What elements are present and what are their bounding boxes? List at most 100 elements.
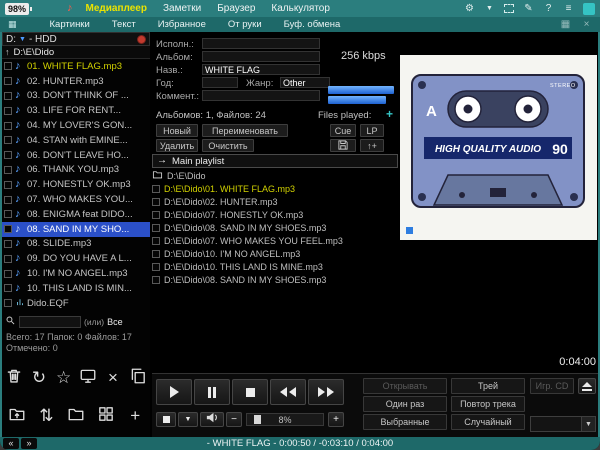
trash-button[interactable] (3, 364, 26, 390)
chevron-down-icon[interactable]: ▼ (484, 3, 495, 15)
file-checkbox[interactable] (4, 210, 12, 218)
playlist-row[interactable]: D:\E\Dido (152, 169, 398, 182)
help-icon[interactable]: ? (543, 3, 554, 15)
selection-icon[interactable] (504, 4, 514, 13)
lp-button[interactable]: LP (360, 124, 384, 137)
pause-button[interactable] (194, 379, 230, 405)
playlist-row[interactable]: D:\E\Dido\10. THIS LAND IS MINE.mp3 (152, 260, 398, 273)
delete-playlist-button[interactable]: Удалить (156, 139, 198, 152)
repeat-track-button[interactable]: Повтор трека (451, 396, 525, 412)
file-checkbox[interactable] (4, 77, 12, 85)
file-row[interactable]: ♪10. THIS LAND IS MIN... (2, 281, 150, 296)
star-button[interactable]: ☆ (52, 364, 75, 390)
file-checkbox[interactable] (4, 181, 12, 189)
file-checkbox[interactable] (4, 299, 12, 307)
file-checkbox[interactable] (4, 225, 12, 233)
monitor-button[interactable] (77, 364, 100, 390)
folder-up-button[interactable] (5, 403, 28, 429)
new-playlist-button[interactable]: Новый (156, 124, 198, 137)
artist-field[interactable] (202, 38, 320, 49)
year-field[interactable] (202, 77, 238, 88)
mute-button[interactable] (200, 412, 224, 427)
file-row[interactable]: ♪06. THANK YOU.mp3 (2, 163, 150, 178)
playlist-checkbox[interactable] (152, 263, 160, 271)
close-button[interactable]: × (101, 364, 124, 390)
file-checkbox[interactable] (4, 136, 12, 144)
file-checkbox[interactable] (4, 166, 12, 174)
eject-button[interactable] (578, 378, 596, 394)
file-row[interactable]: ♪08. ENIGMA feat DIDO... (2, 207, 150, 222)
rewind-button[interactable] (270, 379, 306, 405)
file-checkbox[interactable] (4, 196, 12, 204)
search-all-option[interactable]: Все (107, 317, 123, 327)
add-files-button[interactable]: ↑+ (360, 139, 384, 152)
open-mode-button[interactable]: Открывать (363, 378, 447, 394)
file-row[interactable]: ♪10. I'M NO ANGEL.mp3 (2, 266, 150, 281)
shuffle-button[interactable]: Случайный (451, 414, 525, 430)
file-row[interactable]: ♪03. LIFE FOR RENT... (2, 103, 150, 118)
playlist-row[interactable]: D:\E\Dido\08. SAND IN MY SHOES.mp3 (152, 221, 398, 234)
forward-button[interactable] (308, 379, 344, 405)
top-menu-item[interactable]: Калькулятор (264, 2, 337, 15)
drive-selector[interactable]: D: ▼ - HDD (2, 32, 150, 46)
playlist-checkbox[interactable] (152, 198, 160, 206)
playlist-header[interactable]: → Main playlist (152, 154, 398, 168)
gear-icon[interactable]: ⚙ (464, 3, 475, 15)
playlist-row[interactable]: D:\E\Dido\10. I'M NO ANGEL.mp3 (152, 247, 398, 260)
file-row[interactable]: ♪01. WHITE FLAG.mp3 (2, 59, 150, 74)
top-menu-item[interactable]: Заметки (156, 2, 208, 15)
volume-down-button[interactable]: − (226, 412, 242, 427)
file-checkbox[interactable] (4, 151, 12, 159)
playlist-checkbox[interactable] (152, 276, 160, 284)
file-row[interactable]: ♪06. DON'T LEAVE HO... (2, 148, 150, 163)
file-row[interactable]: ♪03. DON'T THINK OF ... (2, 89, 150, 104)
submenu-item[interactable]: Текст (103, 19, 145, 30)
accent-square-icon[interactable] (583, 3, 595, 15)
path-bar[interactable]: ↑ D:\E\Dido (2, 46, 150, 59)
copy-button[interactable] (126, 364, 149, 390)
file-checkbox[interactable] (4, 240, 12, 248)
cue-button[interactable]: Cue (330, 124, 356, 137)
tray-button[interactable]: Трей (451, 378, 525, 394)
file-checkbox[interactable] (4, 284, 12, 292)
drive-eject-icon[interactable] (137, 35, 146, 44)
file-checkbox[interactable] (4, 255, 12, 263)
list-icon[interactable]: ≡ (563, 3, 574, 15)
add-played-button[interactable]: + (386, 109, 393, 119)
file-row[interactable]: Dido.EQF (2, 296, 150, 311)
playlist-row[interactable]: D:\E\Dido\02. HUNTER.mp3 (152, 195, 398, 208)
play-cd-button[interactable]: Игр. CD (530, 378, 574, 394)
playback-dropdown-button[interactable]: ▼ (178, 412, 198, 427)
submenu-item[interactable]: Буф. обмена (275, 19, 350, 30)
submenu-item[interactable]: От руки (219, 19, 271, 30)
file-checkbox[interactable] (4, 122, 12, 130)
playlist-checkbox[interactable] (152, 250, 160, 258)
playlist-checkbox[interactable] (152, 224, 160, 232)
pen-icon[interactable]: ✎ (523, 3, 534, 15)
clear-playlist-button[interactable]: Очистить (202, 139, 254, 152)
top-menu-item[interactable]: Медиаплеер (79, 2, 154, 15)
folder-button[interactable] (64, 403, 87, 429)
play-button[interactable] (156, 379, 192, 405)
up-directory-icon[interactable]: ↑ (5, 48, 10, 57)
playlist-checkbox[interactable] (152, 211, 160, 219)
volume-slider[interactable]: 8% (246, 413, 324, 426)
file-row[interactable]: ♪07. WHO MAKES YOU... (2, 192, 150, 207)
plus-button[interactable]: + (124, 403, 147, 429)
rename-playlist-button[interactable]: Переименовать (202, 124, 288, 137)
save-playlist-button[interactable] (330, 139, 356, 152)
transfer-button[interactable]: ⇅ (35, 403, 58, 429)
refresh-button[interactable]: ↻ (27, 364, 50, 390)
file-checkbox[interactable] (4, 62, 12, 70)
search-input[interactable] (19, 316, 81, 328)
album-field[interactable] (202, 51, 320, 62)
playlist-row[interactable]: D:\E\Dido\08. SAND IN MY SHOES.mp3 (152, 273, 398, 286)
volume-up-button[interactable]: + (328, 412, 344, 427)
stop-button[interactable] (232, 379, 268, 405)
file-row[interactable]: ♪02. HUNTER.mp3 (2, 74, 150, 89)
grid-button[interactable] (94, 403, 117, 429)
comment-field[interactable] (202, 90, 320, 101)
top-menu-item[interactable]: Браузер (210, 2, 262, 15)
playlist-row[interactable]: D:\E\Dido\01. WHITE FLAG.mp3 (152, 182, 398, 195)
playlist-checkbox[interactable] (152, 185, 160, 193)
